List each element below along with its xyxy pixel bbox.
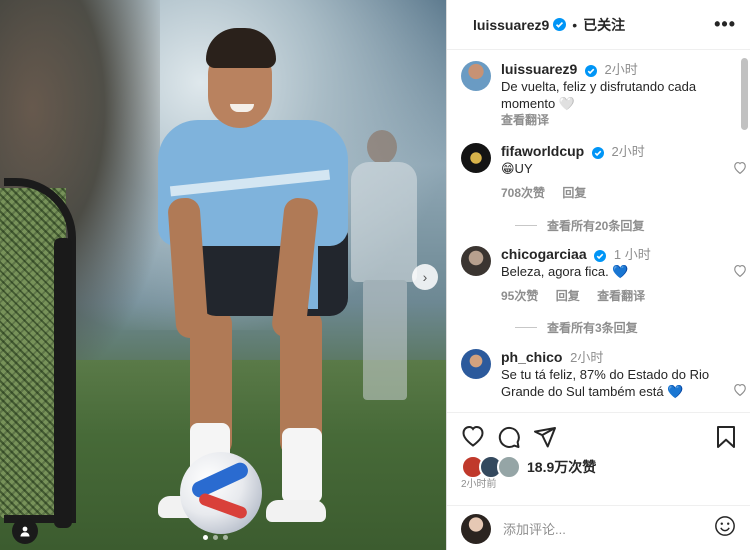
comment-username[interactable]: ph_chico bbox=[501, 349, 562, 365]
post-actions: 18.9万次赞 2小时前 添加评论... bbox=[447, 412, 750, 551]
separator-dot: • bbox=[572, 16, 578, 33]
comment-username[interactable]: fifaworldcup bbox=[501, 143, 584, 159]
photo-football bbox=[180, 452, 262, 534]
carousel-dot bbox=[223, 535, 228, 540]
view-replies-label[interactable]: 查看所有3条回复 bbox=[547, 319, 638, 336]
more-icon[interactable]: ••• bbox=[714, 14, 736, 35]
caption-text: De vuelta, feliz y disfrutando cada mome… bbox=[501, 79, 697, 111]
caption-username[interactable]: luissuarez9 bbox=[501, 61, 577, 77]
heart-icon[interactable] bbox=[733, 383, 747, 401]
comment-text: 😁UY bbox=[501, 161, 533, 176]
comment-text: Se tu tá feliz, 87% do Estado do Rio Gra… bbox=[501, 367, 710, 399]
comment-time: 2小时 bbox=[611, 144, 645, 159]
comment-reply-button[interactable]: 回复 bbox=[562, 186, 586, 200]
chevron-right-icon: › bbox=[422, 269, 428, 285]
comment-text: Beleza, agora fica. 💙 bbox=[501, 264, 629, 279]
emoji-icon[interactable] bbox=[714, 515, 736, 542]
carousel-dots bbox=[203, 535, 228, 540]
comment-time: 1 小时 bbox=[613, 247, 651, 262]
post-sidebar: luissuarez9 • 已关注 ••• luissuarez9 2小时 De… bbox=[446, 0, 750, 550]
author-username[interactable]: luissuarez9 bbox=[473, 17, 549, 33]
caption-translate-link[interactable]: 查看翻译 bbox=[501, 113, 549, 127]
heart-icon[interactable] bbox=[733, 264, 747, 282]
comment-likes[interactable]: 95次赞 bbox=[501, 289, 538, 303]
comment-translate-link[interactable]: 查看翻译 bbox=[597, 289, 645, 303]
verified-icon bbox=[584, 64, 597, 77]
verified-icon bbox=[553, 18, 567, 31]
comment-icon[interactable] bbox=[497, 425, 521, 454]
comment-reply-button[interactable]: 回复 bbox=[556, 289, 580, 303]
verified-icon bbox=[594, 249, 607, 262]
caption-time: 2小时 bbox=[604, 62, 638, 77]
comment-likes[interactable]: 708次赞 bbox=[501, 186, 545, 200]
comment-scrollbar[interactable] bbox=[741, 58, 748, 130]
view-replies-button[interactable]: 查看所有3条回复 bbox=[515, 319, 638, 336]
carousel-dot bbox=[213, 535, 218, 540]
reply-divider bbox=[515, 327, 537, 328]
comment-time: 2小时 bbox=[570, 350, 604, 365]
avatar[interactable] bbox=[461, 61, 491, 91]
following-button[interactable]: 已关注 bbox=[583, 15, 625, 35]
post-photo[interactable]: › bbox=[0, 0, 446, 550]
comment-input[interactable]: 添加评论... bbox=[503, 519, 710, 538]
avatar[interactable] bbox=[461, 143, 491, 173]
heart-icon[interactable] bbox=[461, 425, 485, 454]
comment-username[interactable]: chicogarciaa bbox=[501, 246, 587, 262]
posted-time: 2小时前 bbox=[461, 479, 497, 490]
add-comment-bar: 添加评论... bbox=[447, 505, 750, 551]
comment-list[interactable]: luissuarez9 2小时 De vuelta, feliz y disfr… bbox=[447, 51, 750, 411]
likes-count[interactable]: 18.9万次赞 bbox=[527, 457, 596, 477]
bookmark-icon[interactable] bbox=[716, 425, 736, 454]
photo-player bbox=[150, 28, 370, 528]
reply-divider bbox=[515, 225, 537, 226]
verified-icon bbox=[591, 146, 604, 159]
avatar[interactable] bbox=[461, 349, 491, 379]
view-replies-button[interactable]: 查看所有20条回复 bbox=[515, 217, 644, 234]
user-tag-icon bbox=[20, 526, 30, 537]
share-icon[interactable] bbox=[533, 425, 557, 454]
carousel-next-button[interactable]: › bbox=[412, 264, 438, 290]
view-replies-label[interactable]: 查看所有20条回复 bbox=[547, 217, 644, 234]
instagram-post-view: › luissuarez9 • 已关注 ••• luissuarez9 2小时 … bbox=[0, 0, 750, 550]
tagged-users-button[interactable] bbox=[12, 518, 38, 544]
post-header: luissuarez9 • 已关注 ••• bbox=[447, 0, 750, 50]
avatar bbox=[497, 455, 521, 479]
heart-icon[interactable] bbox=[733, 161, 747, 179]
avatar[interactable] bbox=[461, 246, 491, 276]
avatar bbox=[461, 513, 491, 544]
photo-rebound-net bbox=[0, 178, 82, 528]
carousel-dot bbox=[203, 535, 208, 540]
